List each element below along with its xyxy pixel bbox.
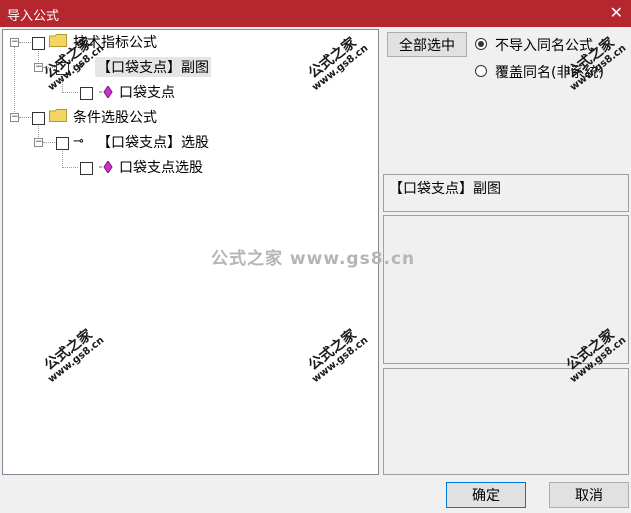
tree-connector — [19, 117, 33, 118]
tree-connector — [62, 149, 63, 168]
tree-connector — [19, 42, 33, 43]
collapse-toggle[interactable]: − — [10, 113, 19, 122]
formula-gem-icon — [99, 86, 113, 98]
center-watermark: 公式之家 www.gs8.cn — [211, 249, 416, 269]
tree-checkbox[interactable] — [56, 137, 69, 150]
formula-name-panel: 【口袋支点】副图 — [383, 174, 629, 212]
title-bar: 导入公式 ✕ — [0, 0, 631, 27]
collapse-toggle[interactable]: − — [34, 63, 43, 72]
tree-checkbox[interactable] — [56, 62, 69, 75]
tree-item-label[interactable]: 技术指标公式 — [73, 32, 157, 52]
ok-button[interactable]: 确定 — [446, 482, 526, 508]
selected-formula-name: 【口袋支点】副图 — [389, 181, 501, 197]
tree-connector — [62, 74, 63, 93]
tree-item-label[interactable]: 【口袋支点】选股 — [97, 132, 209, 152]
no-import-same-label[interactable]: 不导入同名公式 — [495, 35, 593, 55]
folder-icon — [49, 34, 67, 47]
tree-item-label[interactable]: 【口袋支点】副图 — [95, 57, 211, 77]
tree-checkbox[interactable] — [80, 87, 93, 100]
close-icon[interactable]: ✕ — [610, 3, 623, 22]
tree-connector — [43, 67, 57, 68]
key-icon: ⊸ — [73, 134, 84, 149]
formula-gem-icon — [99, 161, 113, 173]
no-import-same-radio[interactable] — [475, 38, 487, 50]
formula-description-panel — [383, 215, 629, 364]
overwrite-same-radio[interactable] — [475, 65, 487, 77]
key-icon: ⊸ — [73, 59, 84, 74]
tree-connector — [62, 92, 78, 93]
window-title: 导入公式 — [7, 9, 60, 24]
tree-checkbox[interactable] — [32, 37, 45, 50]
tree-checkbox[interactable] — [32, 112, 45, 125]
tree-connector — [62, 167, 78, 168]
tree-checkbox[interactable] — [80, 162, 93, 175]
overwrite-same-label[interactable]: 覆盖同名(非系统) — [495, 62, 604, 82]
tree-connector — [14, 44, 15, 118]
collapse-toggle[interactable]: − — [10, 38, 19, 47]
tree-item-label[interactable]: 口袋支点选股 — [119, 157, 203, 177]
collapse-toggle[interactable]: − — [34, 138, 43, 147]
tree-item-label[interactable]: 口袋支点 — [119, 82, 175, 102]
tree-connector — [43, 142, 57, 143]
folder-icon — [49, 109, 67, 122]
cancel-button[interactable]: 取消 — [549, 482, 629, 508]
formula-notes-panel — [383, 368, 629, 475]
tree-item-label[interactable]: 条件选股公式 — [73, 107, 157, 127]
select-all-button[interactable]: 全部选中 — [387, 32, 467, 57]
